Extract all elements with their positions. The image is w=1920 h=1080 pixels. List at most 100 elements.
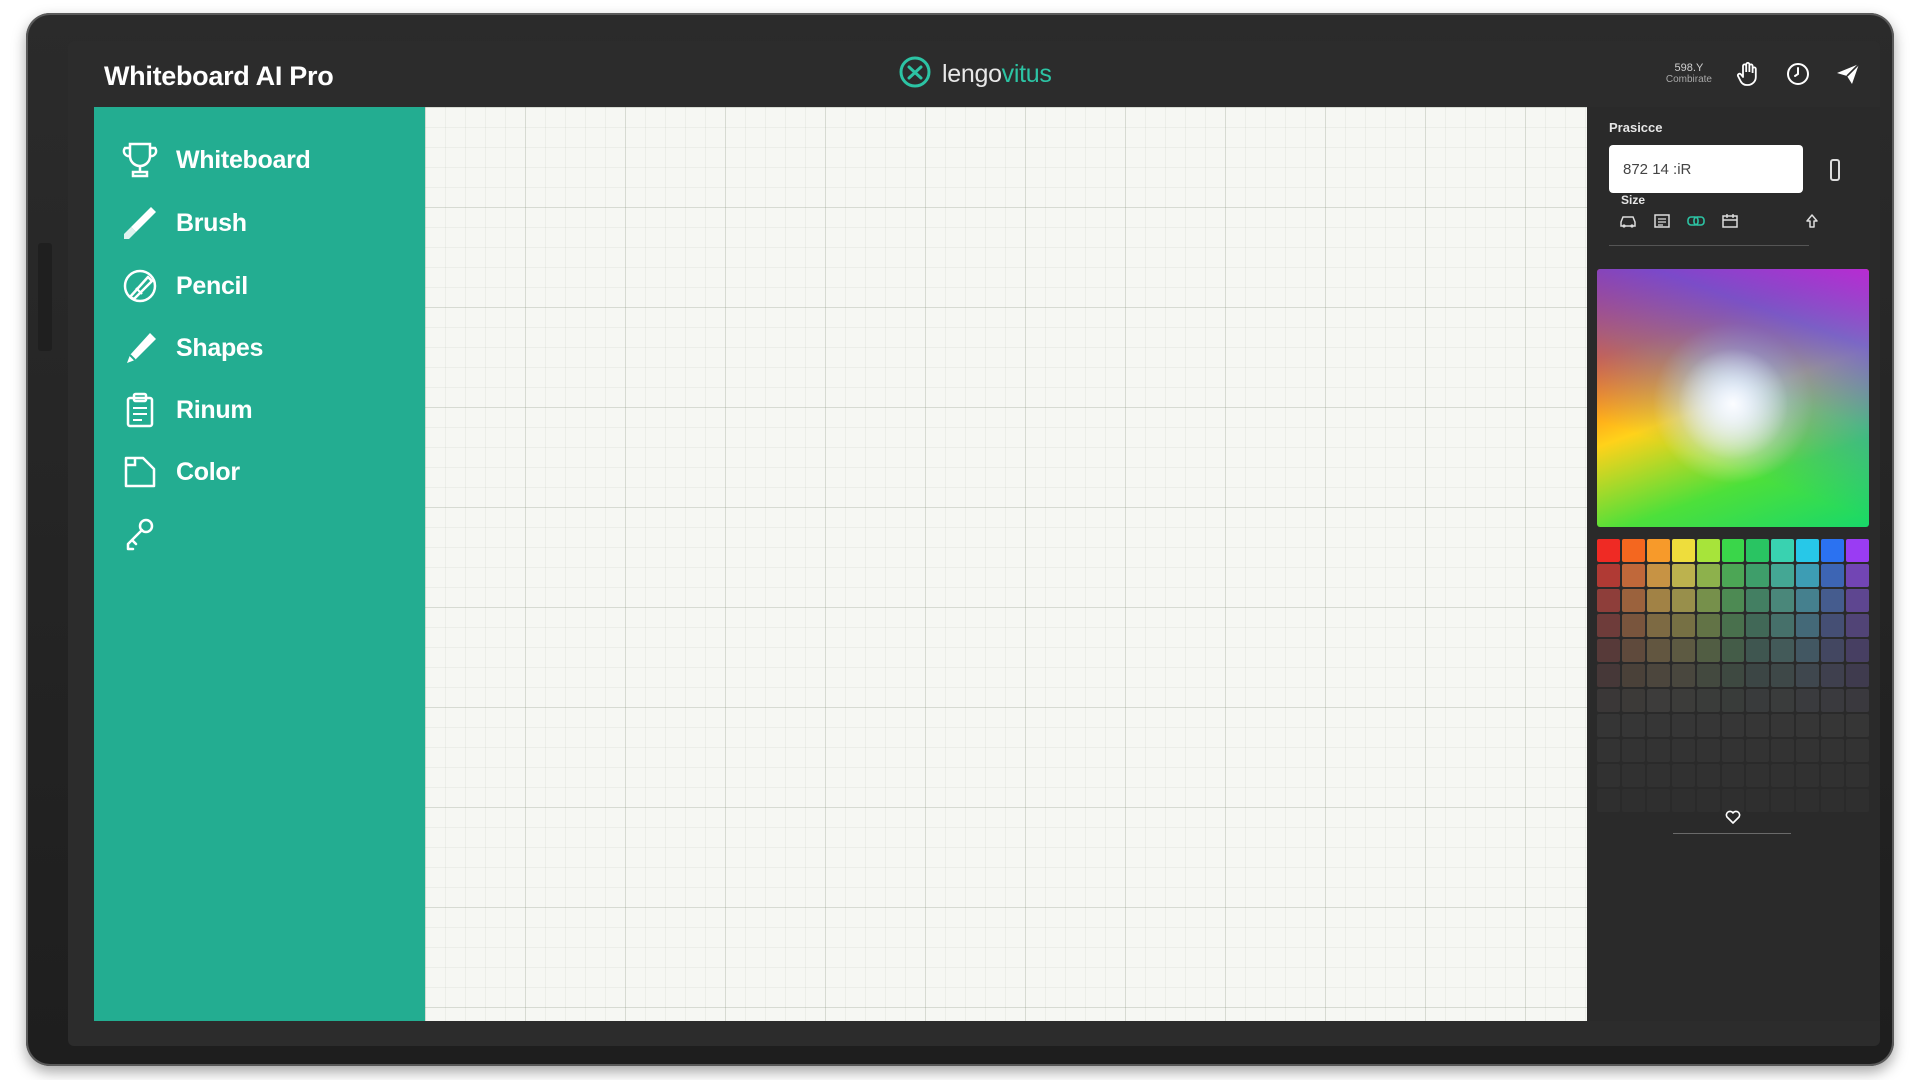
color-swatch[interactable] [1646, 614, 1670, 637]
color-swatch[interactable] [1771, 739, 1795, 762]
color-swatch[interactable] [1671, 764, 1695, 787]
color-swatch[interactable] [1621, 689, 1645, 712]
color-swatch[interactable] [1597, 639, 1620, 662]
color-swatch[interactable] [1796, 564, 1820, 587]
color-swatch[interactable] [1771, 689, 1795, 712]
color-swatch[interactable] [1821, 664, 1845, 687]
sidebar-item-whiteboard[interactable]: Whiteboard [120, 135, 311, 185]
color-swatch[interactable] [1771, 664, 1795, 687]
color-swatch[interactable] [1671, 639, 1695, 662]
color-swatch[interactable] [1721, 589, 1745, 612]
color-swatch[interactable] [1696, 664, 1720, 687]
color-swatch[interactable] [1821, 714, 1845, 737]
color-swatch[interactable] [1721, 664, 1745, 687]
color-swatch[interactable] [1621, 789, 1645, 812]
color-swatch[interactable] [1821, 789, 1845, 812]
color-swatch[interactable] [1771, 714, 1795, 737]
color-swatch[interactable] [1796, 739, 1820, 762]
color-swatch[interactable] [1671, 564, 1695, 587]
car-icon[interactable] [1617, 211, 1639, 231]
color-swatch[interactable] [1671, 789, 1695, 812]
color-swatch[interactable] [1821, 589, 1845, 612]
color-swatch[interactable] [1721, 614, 1745, 637]
send-icon[interactable] [1834, 60, 1862, 88]
color-swatch[interactable] [1621, 564, 1645, 587]
color-swatch[interactable] [1646, 789, 1670, 812]
color-swatch[interactable] [1721, 739, 1745, 762]
color-swatch[interactable] [1671, 614, 1695, 637]
color-swatch[interactable] [1696, 539, 1720, 562]
color-swatch[interactable] [1721, 564, 1745, 587]
color-swatch[interactable] [1621, 739, 1645, 762]
color-swatch[interactable] [1746, 689, 1770, 712]
sidebar-item-rinum[interactable]: Rinum [120, 385, 253, 435]
color-swatch[interactable] [1597, 589, 1620, 612]
color-swatch[interactable] [1746, 664, 1770, 687]
input-handle[interactable] [1830, 159, 1840, 181]
color-swatch[interactable] [1696, 764, 1720, 787]
color-swatch[interactable] [1721, 639, 1745, 662]
color-swatch[interactable] [1746, 614, 1770, 637]
color-swatch[interactable] [1696, 714, 1720, 737]
color-swatch[interactable] [1671, 664, 1695, 687]
color-swatch[interactable] [1646, 564, 1670, 587]
color-swatch[interactable] [1621, 639, 1645, 662]
calendar-icon[interactable] [1719, 211, 1741, 231]
color-swatch[interactable] [1696, 589, 1720, 612]
color-swatch[interactable] [1821, 614, 1845, 637]
value-input[interactable] [1609, 145, 1803, 193]
color-swatch[interactable] [1597, 564, 1620, 587]
color-swatch[interactable] [1821, 764, 1845, 787]
color-swatch[interactable] [1746, 564, 1770, 587]
color-swatch[interactable] [1796, 689, 1820, 712]
color-swatch[interactable] [1821, 564, 1845, 587]
whiteboard-canvas[interactable] [425, 107, 1587, 1021]
color-swatch[interactable] [1721, 714, 1745, 737]
color-swatch[interactable] [1597, 764, 1620, 787]
color-swatch[interactable] [1796, 714, 1820, 737]
color-swatch[interactable] [1771, 564, 1795, 587]
color-spectrum-picker[interactable] [1597, 269, 1869, 527]
color-swatch[interactable] [1696, 689, 1720, 712]
color-swatch[interactable] [1796, 764, 1820, 787]
color-swatch[interactable] [1771, 789, 1795, 812]
color-swatch[interactable] [1696, 789, 1720, 812]
color-swatch[interactable] [1597, 539, 1620, 562]
sidebar-item-brush[interactable]: Brush [120, 198, 247, 248]
color-swatch[interactable] [1721, 539, 1745, 562]
color-swatch[interactable] [1796, 664, 1820, 687]
color-swatch[interactable] [1846, 714, 1869, 737]
color-swatch[interactable] [1796, 589, 1820, 612]
color-swatch[interactable] [1846, 739, 1869, 762]
color-swatch[interactable] [1671, 589, 1695, 612]
color-swatch[interactable] [1646, 664, 1670, 687]
sidebar-item-pencil[interactable]: Pencil [120, 261, 248, 311]
color-swatch[interactable] [1846, 639, 1869, 662]
color-swatch[interactable] [1846, 539, 1869, 562]
sidebar-item-shapes[interactable]: Shapes [120, 323, 263, 373]
color-swatch[interactable] [1771, 614, 1795, 637]
color-swatch[interactable] [1646, 714, 1670, 737]
color-swatch[interactable] [1821, 639, 1845, 662]
color-swatch[interactable] [1771, 589, 1795, 612]
color-swatch[interactable] [1746, 714, 1770, 737]
color-swatch[interactable] [1671, 714, 1695, 737]
sidebar-item-color[interactable]: Color [120, 447, 240, 497]
color-swatch[interactable] [1671, 739, 1695, 762]
color-swatch[interactable] [1796, 539, 1820, 562]
color-swatch[interactable] [1646, 639, 1670, 662]
color-swatch[interactable] [1846, 689, 1869, 712]
color-swatch[interactable] [1796, 789, 1820, 812]
text-block-icon[interactable] [1651, 211, 1673, 231]
color-swatch[interactable] [1646, 739, 1670, 762]
color-swatch[interactable] [1696, 639, 1720, 662]
color-swatch[interactable] [1696, 739, 1720, 762]
color-swatch[interactable] [1846, 614, 1869, 637]
color-swatch[interactable] [1597, 614, 1620, 637]
sidebar-item-key[interactable] [120, 509, 176, 559]
color-swatch[interactable] [1846, 789, 1869, 812]
color-swatch[interactable] [1646, 589, 1670, 612]
color-swatch[interactable] [1671, 539, 1695, 562]
color-swatch[interactable] [1746, 739, 1770, 762]
color-swatch[interactable] [1746, 764, 1770, 787]
